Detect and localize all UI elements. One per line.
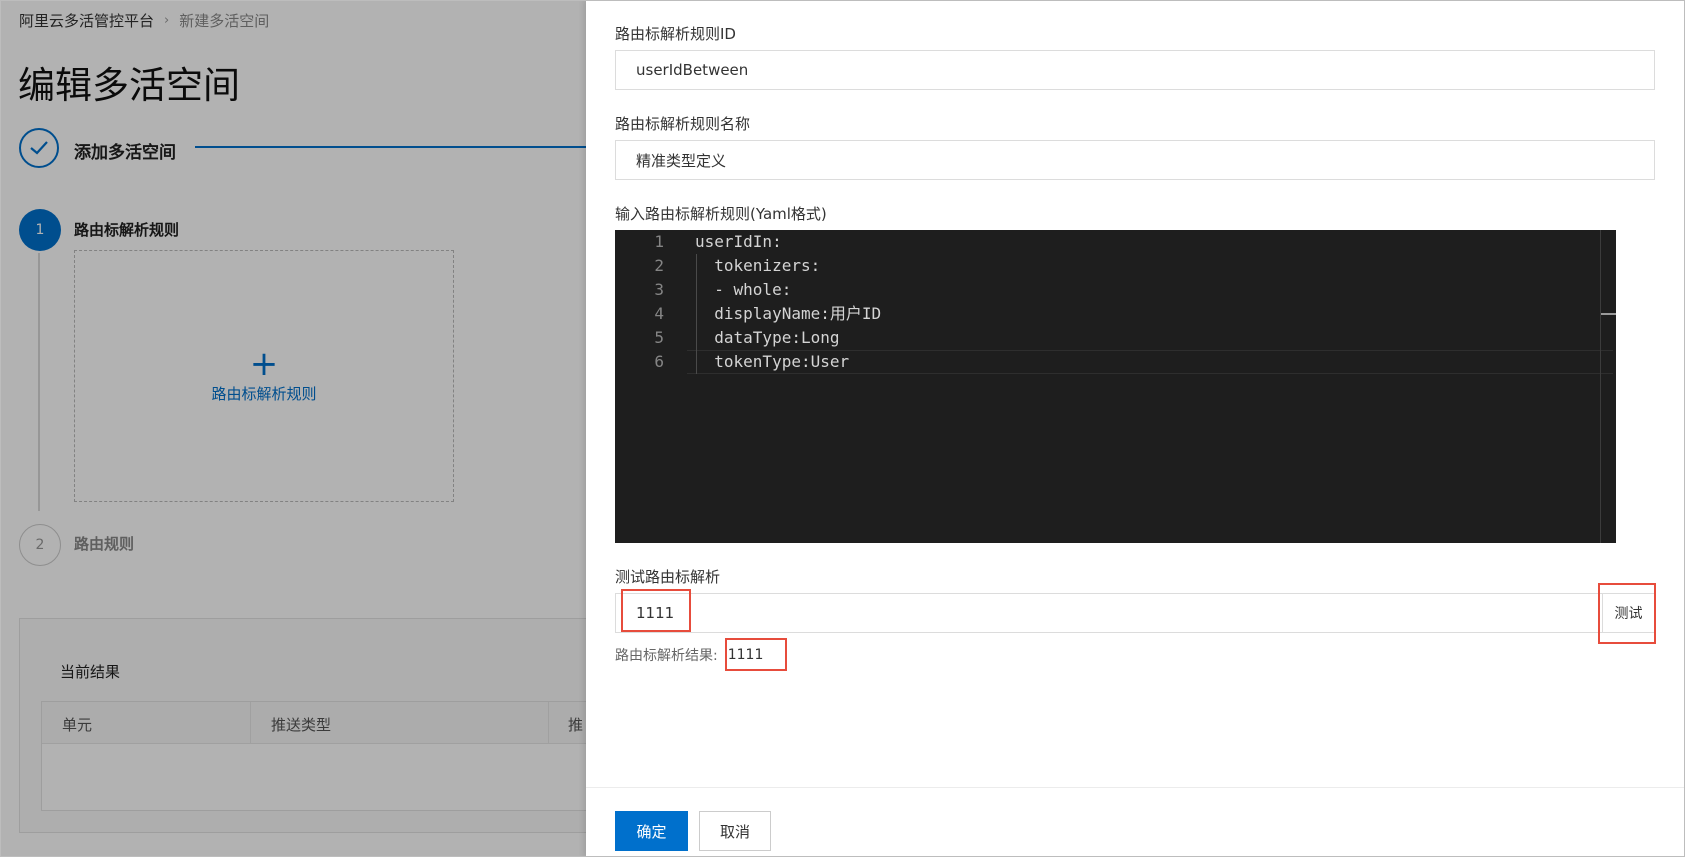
editor-line: 3 - whole: (615, 278, 1616, 302)
editor-line: 1 userIdIn: (615, 230, 1616, 254)
parse-result-label: 路由标解析结果: (615, 648, 718, 664)
line-number: 3 (654, 280, 664, 299)
line-number: 4 (654, 304, 664, 323)
test-parse-label: 测试路由标解析 (615, 568, 721, 586)
footer-divider (586, 787, 1685, 788)
editor-line: 2 tokenizers: (615, 254, 1616, 278)
parse-result: 路由标解析结果: 1111 (615, 645, 763, 665)
parse-result-value: 1111 (727, 647, 764, 663)
confirm-button[interactable]: 确定 (615, 811, 688, 851)
editor-line: 5 dataType:Long (615, 326, 1616, 350)
rule-name-label: 路由标解析规则名称 (615, 115, 751, 133)
rule-id-label: 路由标解析规则ID (615, 25, 736, 43)
code-text: - whole: (695, 280, 792, 299)
edit-rule-drawer: 路由标解析规则ID 路由标解析规则名称 输入路由标解析规则(Yaml格式) 1 u… (586, 0, 1685, 857)
code-text: dataType:Long (695, 328, 840, 347)
editor-scrollbar[interactable] (1600, 230, 1601, 543)
cancel-button[interactable]: 取消 (699, 811, 771, 851)
scrollbar-position-marker (1601, 313, 1616, 315)
test-button[interactable]: 测试 (1602, 593, 1655, 633)
line-number: 2 (654, 256, 664, 275)
line-number: 1 (654, 232, 664, 251)
yaml-code-editor[interactable]: 1 userIdIn: 2 tokenizers: 3 - whole: 4 di… (615, 230, 1616, 543)
line-number: 6 (654, 352, 664, 371)
yaml-rule-label: 输入路由标解析规则(Yaml格式) (615, 205, 827, 223)
code-text: tokenizers: (695, 256, 821, 275)
code-text: userIdIn: (695, 232, 782, 251)
editor-line: 4 displayName:用户ID (615, 302, 1616, 326)
test-value-input[interactable] (615, 593, 1602, 633)
code-text: tokenType:User (695, 352, 850, 371)
rule-id-input[interactable] (615, 50, 1655, 90)
code-text: displayName:用户ID (695, 304, 882, 323)
modal-overlay[interactable] (0, 0, 586, 857)
rule-name-input[interactable] (615, 140, 1655, 180)
editor-line: 6 tokenType:User (615, 350, 1616, 374)
line-number: 5 (654, 328, 664, 347)
